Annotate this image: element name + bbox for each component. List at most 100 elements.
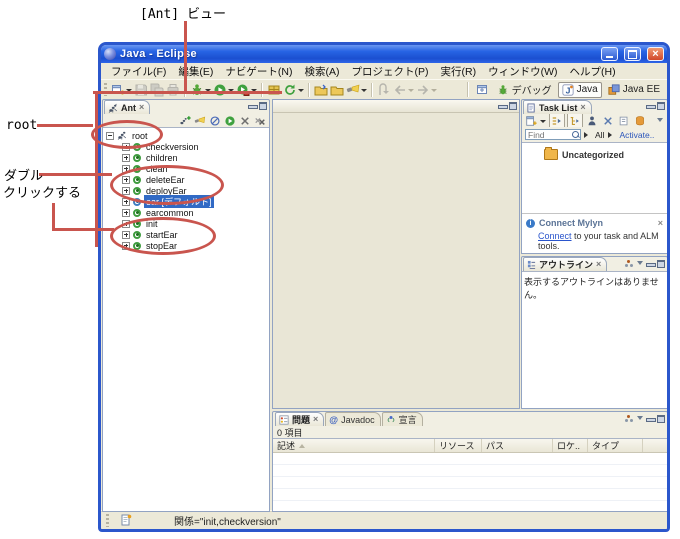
print-icon[interactable]	[165, 81, 181, 98]
open-type-icon[interactable]	[313, 81, 329, 98]
debug-dropdown-icon[interactable]	[205, 89, 211, 95]
filter-dots-icon[interactable]	[625, 419, 628, 422]
tab-close-icon[interactable]	[596, 260, 601, 269]
save-icon[interactable]	[133, 81, 149, 98]
filter-all-label[interactable]: All	[595, 130, 604, 140]
minimize-view-icon[interactable]	[248, 102, 256, 110]
new-task-dropdown-icon[interactable]	[540, 120, 546, 126]
new-wizard-dropdown-icon[interactable]	[126, 89, 132, 95]
tree-item-root[interactable]: root	[106, 130, 269, 141]
menu-project[interactable]: プロジェクト(P)	[346, 63, 435, 80]
maximize-button[interactable]	[624, 47, 641, 61]
expand-toggle-icon[interactable]	[122, 198, 130, 206]
tab-problems[interactable]: 問題	[275, 412, 324, 426]
new-class-icon[interactable]	[282, 81, 298, 98]
search-icon[interactable]	[345, 81, 361, 98]
folder-icon[interactable]	[329, 81, 345, 98]
tree-item-target[interactable]: clean	[106, 163, 269, 174]
minimize-button[interactable]	[601, 47, 618, 61]
menu-search[interactable]: 検索(A)	[299, 63, 346, 80]
forward-icon[interactable]	[415, 81, 431, 98]
tree-item-target[interactable]: init	[106, 218, 269, 229]
perspective-debug[interactable]: デバッグ	[493, 80, 556, 99]
menu-file[interactable]: ファイル(F)	[105, 63, 172, 80]
expand-toggle-icon[interactable]	[122, 187, 130, 195]
tree-item-target[interactable]: children	[106, 152, 269, 163]
run-dropdown-icon[interactable]	[228, 89, 234, 95]
perspective-java-ee[interactable]: Java EE	[604, 82, 664, 98]
minimize-view-icon[interactable]	[646, 260, 654, 268]
tree-item-target[interactable]: stopEar	[106, 240, 269, 251]
tree-item-target[interactable]: startEar	[106, 229, 269, 240]
tab-ant[interactable]: Ant	[104, 100, 150, 114]
run-icon[interactable]	[212, 81, 228, 98]
column-path[interactable]: パス	[482, 439, 553, 452]
column-type[interactable]: タイプ	[588, 439, 643, 452]
back-dropdown-icon[interactable]	[408, 89, 414, 95]
column-location[interactable]: ロケ..	[553, 439, 588, 452]
column-resource[interactable]: リソース	[435, 439, 482, 452]
expand-toggle-icon[interactable]	[122, 242, 130, 250]
maximize-view-icon[interactable]	[259, 102, 267, 110]
tab-javadoc[interactable]: @ Javadoc	[325, 412, 380, 426]
collapse-toggle-icon[interactable]	[106, 132, 114, 140]
column-description[interactable]: 記述	[273, 439, 435, 452]
save-all-icon[interactable]	[149, 81, 165, 98]
back-icon[interactable]	[392, 81, 408, 98]
tab-close-icon[interactable]	[139, 103, 144, 112]
view-menu-icon[interactable]	[637, 416, 643, 423]
tree-item-target[interactable]: earcommon	[106, 207, 269, 218]
maximize-view-icon[interactable]	[657, 260, 665, 268]
mylyn-close-icon[interactable]	[658, 218, 663, 228]
view-menu-icon[interactable]	[657, 118, 663, 125]
tree-item-target[interactable]: checkversion	[106, 141, 269, 152]
expand-toggle-icon[interactable]	[122, 176, 130, 184]
minimize-view-icon[interactable]	[498, 102, 506, 110]
menu-help[interactable]: ヘルプ(H)	[563, 63, 621, 80]
perspective-java[interactable]: J Java	[558, 82, 602, 98]
new-class-dropdown-icon[interactable]	[298, 89, 304, 95]
activate-arrow-icon[interactable]	[608, 132, 615, 138]
filter-dots-icon[interactable]	[625, 264, 628, 267]
minimize-view-icon[interactable]	[646, 102, 654, 110]
expand-toggle-icon[interactable]	[122, 231, 130, 239]
tab-close-icon[interactable]	[313, 415, 318, 424]
category-row[interactable]: Uncategorized	[522, 143, 667, 160]
menu-edit[interactable]: 編集(E)	[172, 63, 219, 80]
toolbar-drag-handle[interactable]	[104, 83, 107, 96]
tab-task-list[interactable]: Task List	[523, 100, 592, 114]
expand-toggle-icon[interactable]	[122, 165, 130, 173]
tab-close-icon[interactable]	[580, 103, 585, 112]
maximize-view-icon[interactable]	[509, 102, 517, 110]
menu-run[interactable]: 実行(R)	[435, 63, 483, 80]
all-filter-arrow-icon[interactable]	[584, 132, 591, 138]
external-tools-dropdown-icon[interactable]	[251, 89, 257, 95]
maximize-view-icon[interactable]	[657, 415, 665, 423]
expand-toggle-icon[interactable]	[122, 220, 130, 228]
view-menu-icon[interactable]	[637, 261, 643, 268]
forward-dropdown-icon[interactable]	[431, 89, 437, 95]
menu-window[interactable]: ウィンドウ(W)	[482, 63, 563, 80]
tree-item-target[interactable]: deleteEar	[106, 174, 269, 185]
close-button[interactable]	[647, 47, 664, 61]
title-bar[interactable]: Java - Eclipse	[101, 45, 667, 63]
tab-declaration[interactable]: 宣言	[382, 412, 423, 426]
tree-item-target-selected[interactable]: ear [デフォルト]	[106, 196, 269, 207]
menu-navigate[interactable]: ナビゲート(N)	[219, 63, 298, 80]
new-wizard-icon[interactable]	[110, 81, 126, 98]
fast-view-icon[interactable]	[118, 512, 134, 529]
last-edit-location-icon[interactable]	[376, 81, 392, 98]
search-dropdown-icon[interactable]	[361, 89, 367, 95]
expand-toggle-icon[interactable]	[122, 154, 130, 162]
maximize-view-icon[interactable]	[657, 102, 665, 110]
activate-link[interactable]: Activate..	[619, 130, 654, 140]
minimize-view-icon[interactable]	[646, 415, 654, 423]
tab-outline[interactable]: アウトライン	[523, 257, 607, 271]
debug-icon[interactable]	[189, 81, 205, 98]
connect-link[interactable]: Connect	[538, 231, 572, 241]
open-perspective-icon[interactable]	[475, 81, 491, 98]
external-tools-icon[interactable]	[235, 81, 251, 98]
expand-toggle-icon[interactable]	[122, 143, 130, 151]
new-java-project-icon[interactable]	[266, 81, 282, 98]
expand-toggle-icon[interactable]	[122, 209, 130, 217]
